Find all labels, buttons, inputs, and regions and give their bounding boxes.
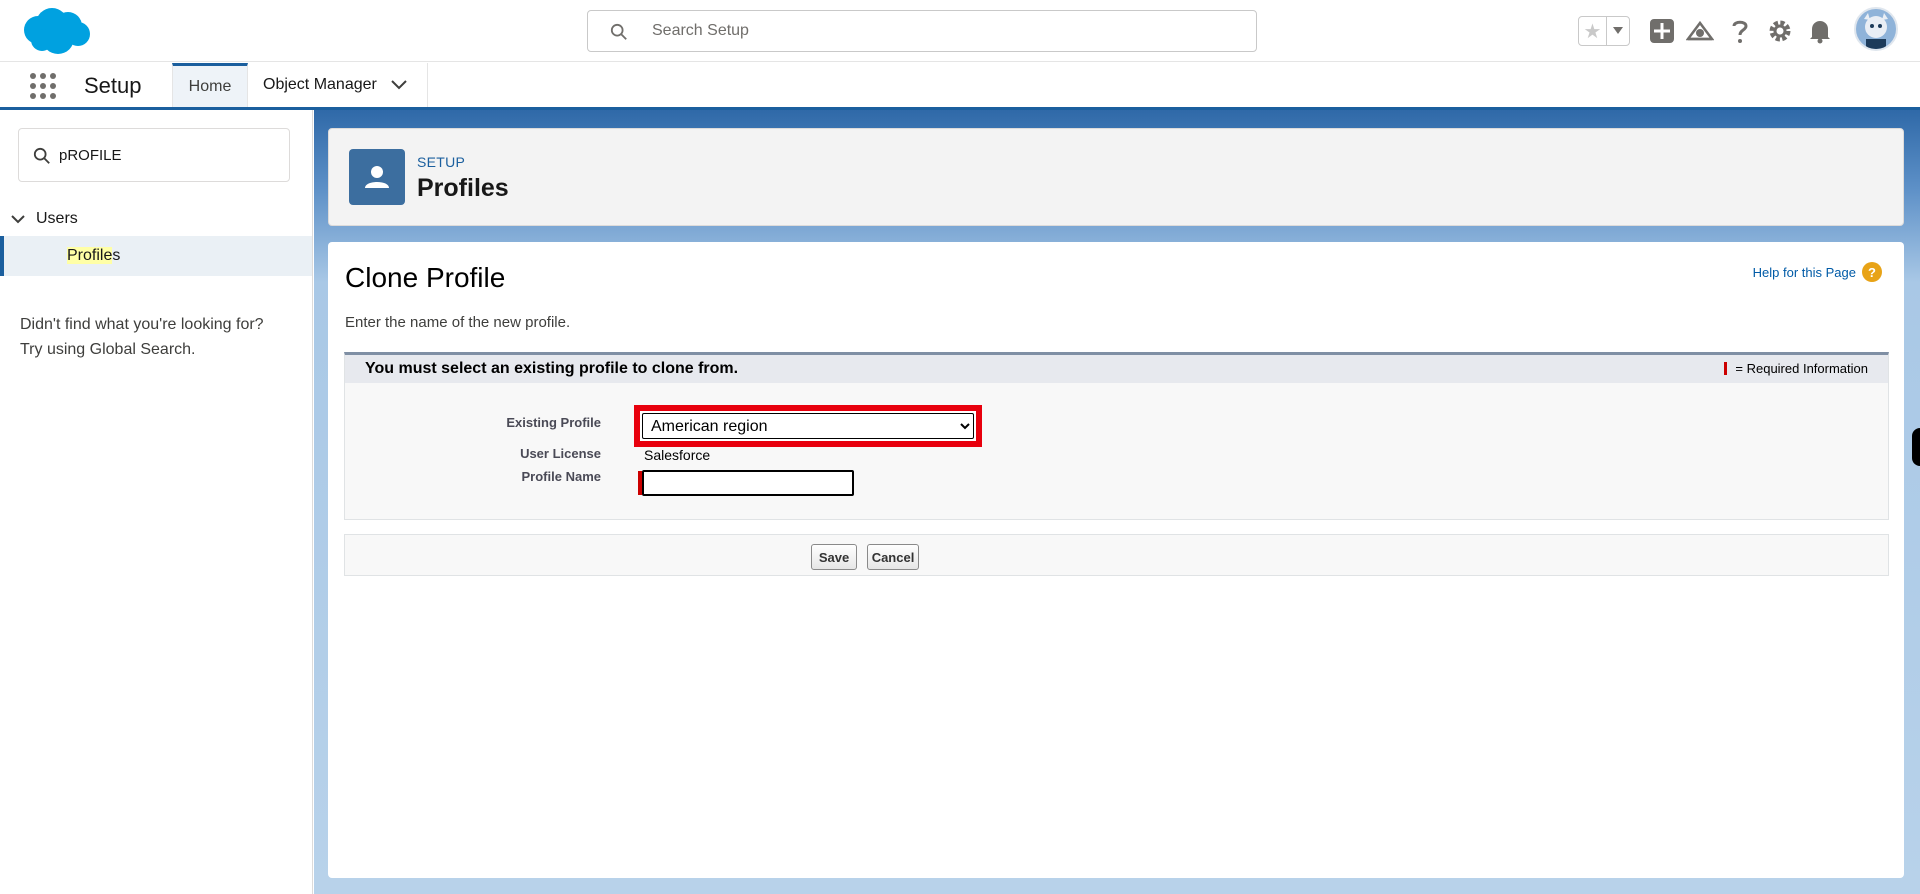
profile-name-label: Profile Name — [521, 469, 601, 484]
sidebar-item-profiles-label: Profiles — [67, 247, 120, 265]
save-button[interactable]: Save — [811, 544, 857, 570]
quick-find[interactable] — [18, 128, 290, 182]
app-launcher-icon[interactable] — [28, 71, 58, 101]
sidebar-help-line1: Didn't find what you're looking for? — [20, 316, 264, 333]
context-bar: Setup Home Object Manager — [0, 63, 1920, 110]
page-title: Profiles — [417, 174, 509, 202]
chevron-down-icon[interactable] — [10, 211, 26, 227]
existing-profile-highlight: American region — [634, 405, 982, 447]
tab-object-manager-label: Object Manager — [263, 76, 377, 93]
required-info-legend: = Required Information — [1724, 361, 1868, 376]
help-icon[interactable] — [1726, 17, 1754, 45]
search-setup-input[interactable] — [652, 19, 1232, 43]
tree-section-users[interactable]: Users — [0, 204, 313, 234]
page-header-eyebrow: SETUP — [417, 154, 466, 170]
setup-gear-icon[interactable] — [1766, 17, 1794, 45]
search-icon — [610, 23, 627, 40]
user-license-label: User License — [520, 446, 601, 461]
tab-home[interactable]: Home — [172, 63, 248, 107]
clone-profile-title: Clone Profile — [345, 262, 506, 293]
global-actions-plus-icon[interactable] — [1648, 17, 1676, 45]
form-button-row: Save Cancel — [344, 534, 1889, 576]
favorites-group: ★ — [1578, 16, 1630, 46]
form-section-header: You must select an existing profile to c… — [345, 355, 1888, 383]
chevron-down-icon[interactable] — [391, 80, 407, 90]
global-search[interactable] — [587, 10, 1257, 52]
user-avatar[interactable] — [1854, 7, 1898, 51]
side-panel-handle[interactable] — [1912, 428, 1920, 466]
sidebar-help-text: Didn't find what you're looking for? Try… — [20, 312, 300, 362]
tree-section-users-label: Users — [36, 210, 78, 227]
user-license-value: Salesforce — [644, 447, 711, 463]
help-for-page-link[interactable]: Help for this Page ? — [1753, 262, 1882, 282]
content-card: Clone Profile Help for this Page ? Enter… — [328, 242, 1904, 878]
sidebar-help-line2: Try using Global Search. — [20, 341, 196, 358]
clone-profile-form: You must select an existing profile to c… — [344, 352, 1889, 520]
setup-sidebar: Users Profiles Didn't find what you're l… — [0, 110, 313, 894]
search-icon — [33, 147, 50, 164]
salesforce-logo[interactable] — [18, 6, 92, 56]
page-header: SETUP Profiles — [328, 128, 1904, 226]
required-marker — [1724, 362, 1728, 375]
existing-profile-select[interactable]: American region — [642, 413, 974, 439]
existing-profile-label: Existing Profile — [506, 415, 601, 430]
global-header: ★ — [0, 0, 1920, 62]
trailhead-icon[interactable] — [1686, 17, 1714, 45]
quick-find-input[interactable] — [59, 143, 279, 167]
label-suffix: s — [112, 247, 121, 264]
app-name: Setup — [84, 73, 142, 98]
notifications-bell-icon[interactable] — [1806, 17, 1834, 45]
search-match-highlight: Profile — [67, 247, 113, 264]
sidebar-item-profiles[interactable]: Profiles — [0, 236, 312, 276]
cancel-button[interactable]: Cancel — [867, 544, 919, 570]
question-icon[interactable]: ? — [1862, 262, 1882, 282]
favorites-star-icon[interactable]: ★ — [1579, 17, 1607, 45]
favorites-dropdown-icon[interactable] — [1607, 17, 1629, 45]
help-link-label[interactable]: Help for this Page — [1753, 265, 1856, 280]
profile-name-input[interactable] — [642, 470, 854, 496]
clone-profile-description: Enter the name of the new profile. — [345, 314, 571, 331]
tab-home-label: Home — [188, 77, 232, 95]
required-info-text: = Required Information — [1735, 361, 1868, 376]
form-section-title: You must select an existing profile to c… — [365, 360, 739, 377]
tab-object-manager[interactable]: Object Manager — [248, 63, 428, 107]
profile-user-icon — [349, 149, 405, 205]
